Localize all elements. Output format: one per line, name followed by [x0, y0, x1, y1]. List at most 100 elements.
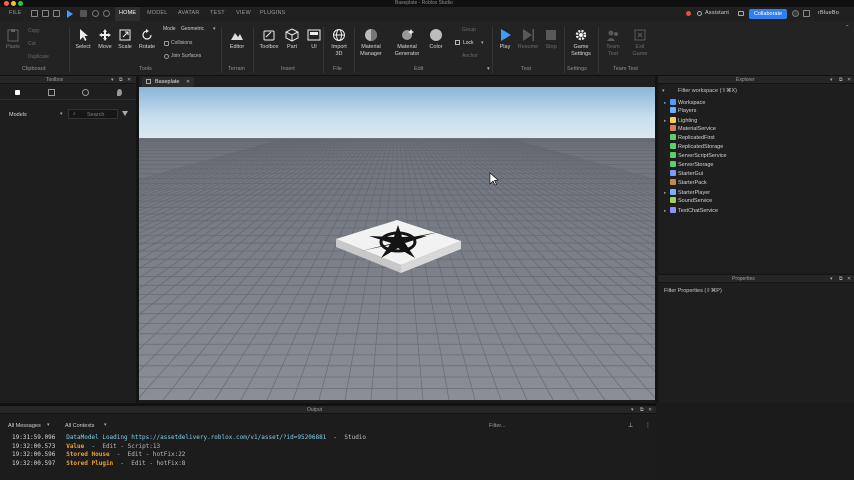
- explorer-item[interactable]: ReplicatedFirst: [664, 134, 715, 143]
- explorer-item[interactable]: ServerScriptService: [664, 152, 727, 161]
- close-window-icon[interactable]: [4, 1, 9, 6]
- file-menu[interactable]: FILE: [9, 10, 21, 16]
- tab-view[interactable]: VIEW: [236, 10, 251, 16]
- chevron-down-icon[interactable]: ▾: [47, 422, 50, 428]
- chevron-down-icon[interactable]: ▾: [104, 422, 107, 428]
- undo-icon[interactable]: [92, 10, 99, 17]
- quick-stop-icon[interactable]: [80, 10, 87, 17]
- popout-icon[interactable]: ⧉: [839, 77, 843, 83]
- 3d-viewport[interactable]: [139, 87, 655, 400]
- creations-tab-pin-icon[interactable]: [117, 89, 122, 96]
- panel-menu-icon[interactable]: ▾: [111, 77, 114, 83]
- material-manager-button[interactable]: Material Manager: [356, 25, 386, 58]
- chevron-down-icon[interactable]: ▾: [213, 26, 216, 32]
- paste-button[interactable]: Paste: [2, 25, 24, 51]
- category-dropdown[interactable]: Models: [9, 112, 27, 118]
- minimize-window-icon[interactable]: [11, 1, 16, 6]
- messages-filter-dropdown[interactable]: All Messages: [8, 423, 41, 429]
- game-settings-button[interactable]: Game Settings: [566, 25, 596, 58]
- zoom-window-icon[interactable]: [18, 1, 23, 6]
- chevron-down-icon[interactable]: ▾: [60, 111, 63, 117]
- save-icon[interactable]: [53, 10, 60, 17]
- filter-icon[interactable]: [122, 111, 128, 116]
- cut-button[interactable]: Cut: [28, 41, 36, 47]
- redo-icon[interactable]: [103, 10, 110, 17]
- explorer-item[interactable]: ServerStorage: [664, 161, 713, 170]
- close-icon[interactable]: ✕: [847, 276, 851, 282]
- notification-icon[interactable]: [686, 11, 691, 16]
- team-test-button[interactable]: Team Test: [598, 25, 628, 58]
- explorer-item[interactable]: ReplicatedStorage: [664, 143, 723, 152]
- color-button[interactable]: Color: [421, 25, 451, 51]
- import-3d-button[interactable]: Import 3D: [324, 25, 354, 58]
- open-file-icon[interactable]: [42, 10, 49, 17]
- group-button[interactable]: Group: [462, 27, 476, 33]
- panel-menu-icon[interactable]: ▾: [631, 407, 634, 413]
- clear-output-icon[interactable]: ⊥: [628, 422, 633, 429]
- explorer-item[interactable]: ▸ StarterPlayer: [664, 188, 710, 197]
- share-icon[interactable]: [738, 11, 744, 16]
- explorer-item[interactable]: MaterialService: [664, 125, 716, 134]
- explorer-item[interactable]: Players: [664, 107, 696, 116]
- assistant-button[interactable]: Assistant: [705, 10, 729, 16]
- join-surfaces-checkbox[interactable]: [164, 54, 169, 59]
- inventory-tab-lock-icon[interactable]: [15, 90, 20, 95]
- panel-menu-icon[interactable]: ▾: [830, 276, 833, 282]
- new-file-icon[interactable]: [31, 10, 38, 17]
- material-generator-button[interactable]: Material Generator: [392, 25, 422, 58]
- popout-icon[interactable]: ⧉: [119, 77, 123, 83]
- recent-tab-clock-icon[interactable]: [82, 89, 89, 96]
- explorer-item-label: ServerScriptService: [678, 153, 727, 159]
- explorer-item[interactable]: ▸ TextChatService: [664, 206, 718, 215]
- contexts-filter-dropdown[interactable]: All Contexts: [65, 423, 94, 429]
- assistant-icon[interactable]: [697, 11, 702, 16]
- exit-game-button[interactable]: Exit Game: [625, 25, 655, 58]
- tab-home[interactable]: HOME: [119, 10, 136, 16]
- copy-button[interactable]: Copy: [28, 28, 40, 34]
- collapse-ribbon-icon[interactable]: ⌃: [845, 25, 850, 31]
- help-icon[interactable]: [803, 10, 810, 17]
- duplicate-button[interactable]: Duplicate: [28, 54, 49, 60]
- explorer-filter-input[interactable]: Filter workspace (⇧⌘X): [678, 88, 737, 94]
- output-line[interactable]: 19:32:00.596 Stored House - Edit - hotFi…: [12, 451, 185, 458]
- panel-menu-icon[interactable]: ▾: [830, 77, 833, 83]
- stop-button[interactable]: Stop: [536, 25, 566, 51]
- close-icon[interactable]: ✕: [847, 77, 851, 83]
- explorer-item[interactable]: SoundService: [664, 197, 712, 206]
- output-line[interactable]: 19:32:00.573 Value - Edit - Script:13: [12, 443, 160, 450]
- explorer-item[interactable]: ▸ Workspace: [664, 98, 705, 107]
- popout-icon[interactable]: ⧉: [839, 276, 843, 282]
- close-icon[interactable]: ✕: [127, 77, 131, 83]
- chevron-down-icon[interactable]: ▾: [481, 40, 484, 46]
- rotate-tool-button[interactable]: Rotate: [134, 25, 160, 51]
- close-icon[interactable]: ✕: [186, 79, 190, 85]
- close-icon[interactable]: ✕: [648, 407, 652, 413]
- properties-filter-input[interactable]: Filter Properties (⇧⌘P): [664, 288, 722, 294]
- output-line[interactable]: 19:32:00.597 Stored Plugin - Edit - hotF…: [12, 460, 185, 467]
- user-name[interactable]: rBlueBo: [818, 10, 839, 16]
- terrain-editor-button[interactable]: Editor: [222, 25, 252, 51]
- tab-plugins[interactable]: PLUGINS: [260, 10, 286, 16]
- chevron-down-icon[interactable]: ▾: [487, 66, 490, 72]
- tab-avatar[interactable]: AVATAR: [178, 10, 200, 16]
- terrain-icon: [231, 33, 243, 40]
- tab-test[interactable]: TEST: [210, 10, 225, 16]
- anchor-button[interactable]: Anchor: [462, 53, 478, 59]
- baseplate-tab[interactable]: Baseplate ✕: [142, 77, 194, 87]
- collisions-checkbox[interactable]: [164, 41, 169, 46]
- output-line[interactable]: 19:31:59.096 DataModel Loading https://a…: [12, 434, 366, 441]
- output-options-icon[interactable]: ⋮: [645, 422, 651, 429]
- explorer-item[interactable]: ▸ Lighting: [664, 116, 697, 125]
- popout-icon[interactable]: ⧉: [640, 407, 644, 413]
- toolbox-search-input[interactable]: ⌕ Search: [68, 109, 118, 119]
- marketplace-tab-grid-icon[interactable]: [48, 89, 55, 96]
- tab-model[interactable]: MODEL: [147, 10, 168, 16]
- quick-play-icon[interactable]: [67, 10, 73, 18]
- explorer-item[interactable]: StarterPack: [664, 179, 707, 188]
- explorer-item[interactable]: StarterGui: [664, 170, 703, 179]
- avatar-icon[interactable]: [792, 10, 799, 17]
- output-filter-input[interactable]: Filter...: [484, 420, 624, 431]
- mode-dropdown[interactable]: Geometric: [181, 26, 204, 32]
- collaborate-button[interactable]: Collaborate: [749, 9, 787, 19]
- lock-button[interactable]: Lock: [463, 40, 474, 46]
